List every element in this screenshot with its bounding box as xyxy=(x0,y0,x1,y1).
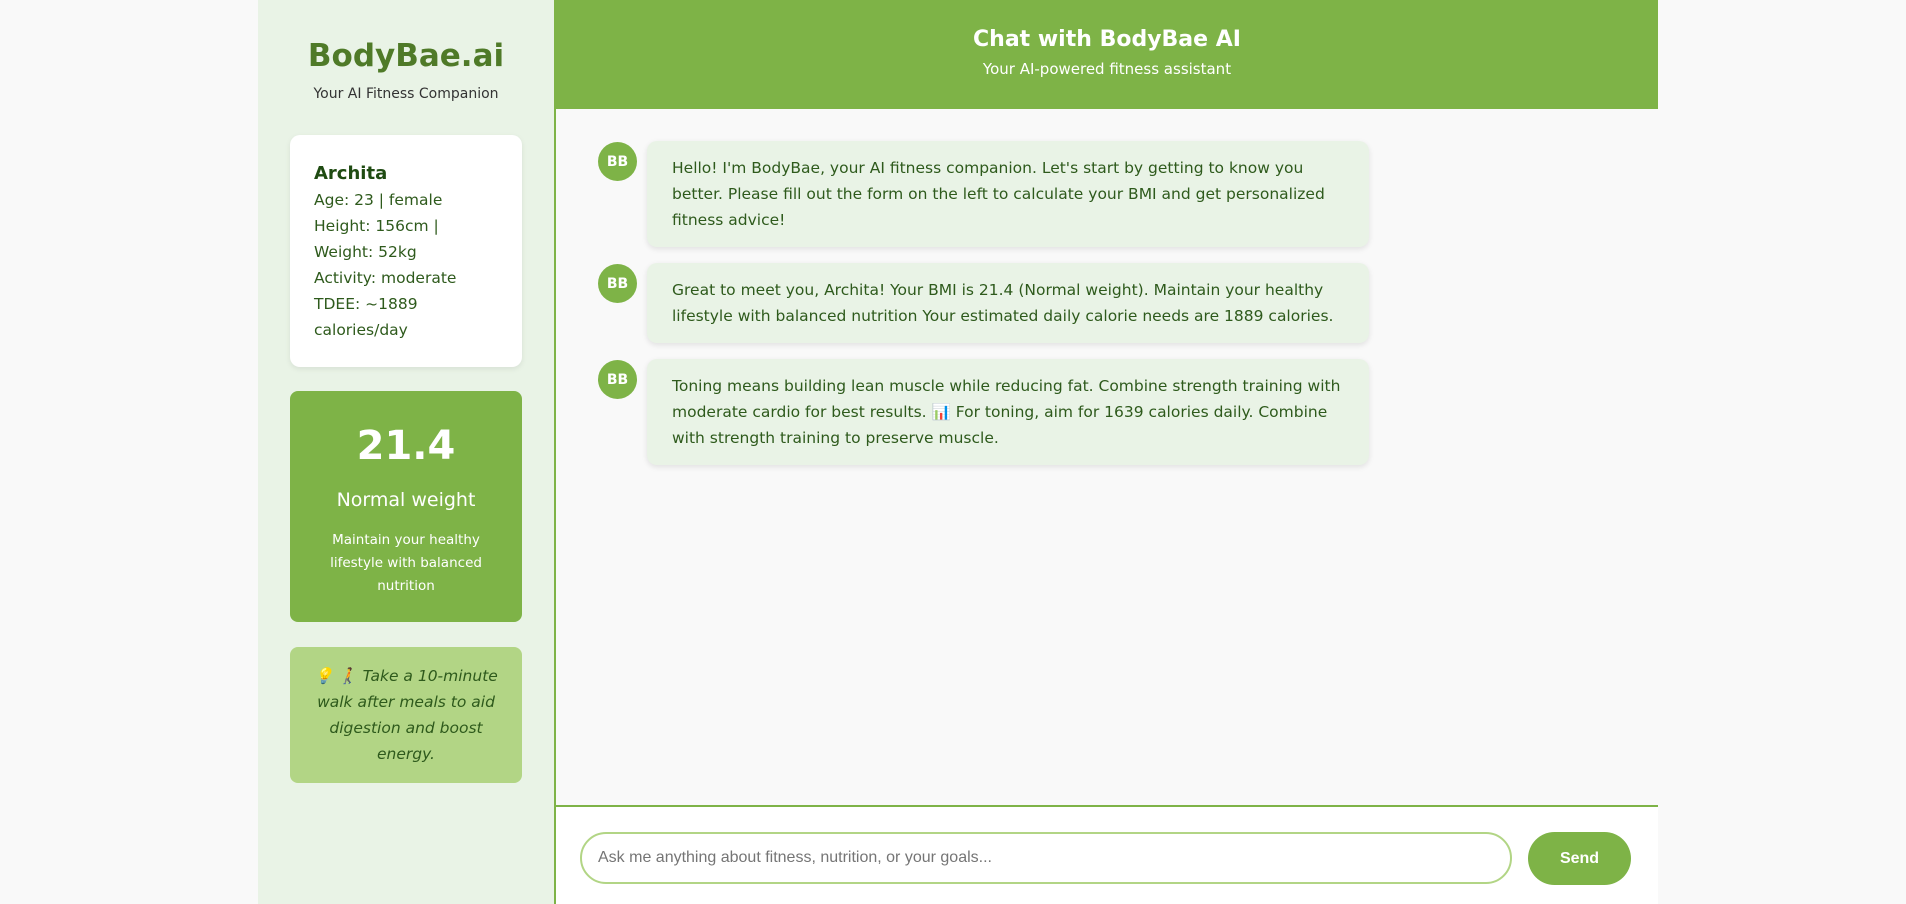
bot-message: BB Great to meet you, Archita! Your BMI … xyxy=(598,263,1658,343)
chat-input[interactable] xyxy=(580,832,1512,884)
profile-name: Archita xyxy=(314,163,388,184)
bot-avatar: BB xyxy=(598,264,637,303)
chat-panel: Chat with BodyBae AI Your AI-powered fit… xyxy=(556,0,1658,904)
bmi-category: Normal weight xyxy=(336,489,476,511)
chat-title: Chat with BodyBae AI xyxy=(973,27,1241,52)
message-list[interactable]: BB Hello! I'm BodyBae, your AI fitness c… xyxy=(556,109,1658,465)
send-button[interactable]: Send xyxy=(1528,832,1631,885)
chat-subtitle: Your AI-powered fitness assistant xyxy=(982,60,1232,78)
message-bubble: Toning means building lean muscle while … xyxy=(647,359,1369,465)
bmi-advice: Maintain your healthy lifestyle with bal… xyxy=(330,532,482,594)
profile-activity: Activity: moderate xyxy=(314,269,457,287)
brand-logo: BodyBae.ai xyxy=(307,38,505,74)
profile-height-weight: Height: 156cm | Weight: 52kg xyxy=(314,217,439,261)
brand-tagline: Your AI Fitness Companion xyxy=(313,86,499,102)
bot-avatar: BB xyxy=(598,142,637,181)
profile-card: Archita Age: 23 | female Height: 156cm |… xyxy=(290,135,522,367)
bmi-card: 21.4 Normal weight Maintain your healthy… xyxy=(290,391,522,622)
app-root: BodyBae.ai Your AI Fitness Companion Arc… xyxy=(258,0,1658,904)
bot-message: BB Toning means building lean muscle whi… xyxy=(598,359,1658,465)
bmi-value: 21.4 xyxy=(356,423,456,469)
message-bubble: Hello! I'm BodyBae, your AI fitness comp… xyxy=(647,141,1369,247)
tip-text: 💡 🚶 Take a 10-minute walk after meals to… xyxy=(314,667,498,763)
chat-header: Chat with BodyBae AI Your AI-powered fit… xyxy=(556,0,1658,109)
sidebar: BodyBae.ai Your AI Fitness Companion Arc… xyxy=(258,0,556,904)
profile-tdee: TDEE: ~1889 calories/day xyxy=(314,295,418,339)
bot-message: BB Hello! I'm BodyBae, your AI fitness c… xyxy=(598,141,1658,247)
tip-card: 💡 🚶 Take a 10-minute walk after meals to… xyxy=(290,647,522,783)
profile-age-gender: Age: 23 | female xyxy=(314,191,443,209)
bot-avatar: BB xyxy=(598,360,637,399)
chat-composer: Send xyxy=(556,805,1658,904)
message-bubble: Great to meet you, Archita! Your BMI is … xyxy=(647,263,1369,343)
